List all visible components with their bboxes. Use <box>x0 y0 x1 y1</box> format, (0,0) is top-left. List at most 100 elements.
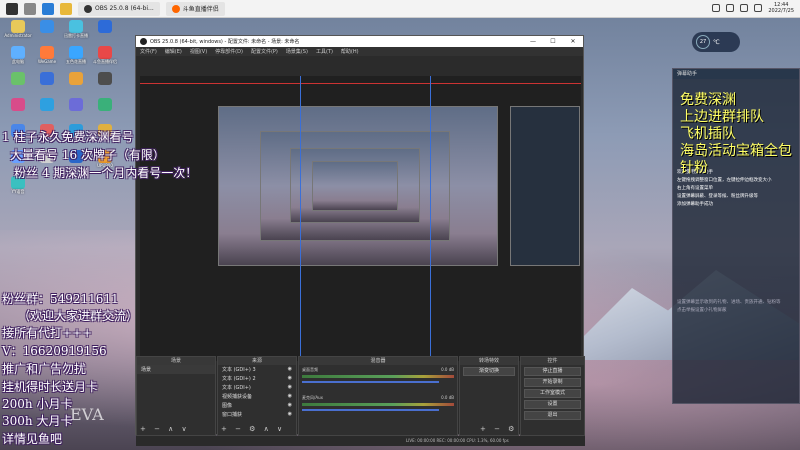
input-method-icon[interactable] <box>754 4 763 12</box>
network-icon[interactable] <box>726 4 735 12</box>
menu-docks[interactable]: 停靠部件(D) <box>215 48 243 55</box>
source-label: 文本 (GDI+) 3 <box>222 367 256 373</box>
sources-dock: 来源 文本 (GDI+) 3 ◉ 文本 (GDI+) 2 ◉ 文本 (GDI+) ◉ … <box>217 356 297 436</box>
volume-fader[interactable] <box>302 381 439 383</box>
menu-tools[interactable]: 工具(T) <box>316 48 333 55</box>
weather-widget[interactable]: 27 ℃ <box>692 32 740 52</box>
desktop-icon[interactable] <box>91 98 119 123</box>
app-icon <box>69 46 83 59</box>
menu-scene-collection[interactable]: 场景集(S) <box>286 48 308 55</box>
menu-edit[interactable]: 编辑(E) <box>165 48 182 55</box>
desktop-icon[interactable] <box>33 98 61 123</box>
minimize-button[interactable]: — <box>523 36 543 47</box>
source-item[interactable]: 文本 (GDI+) 3 ◉ <box>218 365 296 374</box>
nested-chat-panel <box>510 106 580 266</box>
eye-icon[interactable]: ◉ <box>288 375 292 382</box>
chevron-up-icon[interactable] <box>712 4 721 12</box>
desktop-icon[interactable]: Administrator <box>4 20 32 45</box>
desktop-icon[interactable]: WeGame <box>33 46 61 71</box>
start-recording-button[interactable]: 开始录制 <box>524 378 581 387</box>
scenes-toolbar[interactable]: + − ∧ ∨ <box>140 425 190 433</box>
menu-profile[interactable]: 配置文件(P) <box>251 48 278 55</box>
preview-selection-line <box>140 83 581 84</box>
start-icon[interactable] <box>6 2 18 15</box>
source-label: 文本 (GDI+) <box>222 385 251 391</box>
desktop-icon[interactable] <box>33 20 61 45</box>
chat-line: 设置弹幕屏蔽、登录等候、粉丝牌升级等 <box>677 194 758 199</box>
menu-view[interactable]: 视图(V) <box>190 48 207 55</box>
obs-menubar: 文件(F) 编辑(E) 视图(V) 停靠部件(D) 配置文件(P) 场景集(S)… <box>136 47 583 56</box>
app-icon <box>98 20 112 33</box>
maximize-button[interactable]: ☐ <box>543 36 563 47</box>
source-item[interactable]: 图像 ◉ <box>218 401 296 410</box>
desktop-icon[interactable]: 迅雷打卡直播 <box>62 20 90 45</box>
desktop-icon-label: 五色花直播 <box>66 59 86 64</box>
source-item[interactable]: 窗口捕获 ◉ <box>218 410 296 419</box>
search-icon[interactable] <box>24 2 36 15</box>
nested-preview-4 <box>312 161 398 211</box>
edge-icon[interactable] <box>42 2 54 15</box>
source-item[interactable]: 视频捕获设备 ◉ <box>218 392 296 401</box>
weather-unit: ℃ <box>713 38 720 46</box>
volume-icon[interactable] <box>740 4 749 12</box>
menu-help[interactable]: 帮助(H) <box>341 48 359 55</box>
channel-db: 0.0 dB <box>441 367 454 372</box>
desktop-icon[interactable]: 斗鱼直播伴侣 <box>91 46 119 71</box>
taskbar-app-label: 斗鱼直播伴侣 <box>182 6 219 13</box>
transition-select[interactable]: 渐变切换 <box>463 367 515 376</box>
volume-meter <box>302 403 454 406</box>
overlay-text: 大量看号 16 次牌子（有限） <box>10 148 165 162</box>
eye-icon[interactable]: ◉ <box>288 384 292 391</box>
taskbar-app-douyu[interactable]: 斗鱼直播伴侣 <box>165 1 225 16</box>
scenes-dock: 场景 场景 + − ∧ ∨ <box>136 356 216 436</box>
chat-line: 左键拖拽调整窗口位置，左键拉伸边框改变大小 <box>677 178 772 183</box>
desktop-icon-label: 迅雷打卡直播 <box>64 33 88 38</box>
volume-fader[interactable] <box>302 409 439 411</box>
overlay-right: 免费深渊 上边进群排队 飞机插队 海岛活动宝箱全包 针粉 <box>680 92 792 177</box>
desktop-icon[interactable] <box>91 72 119 97</box>
desktop-icon[interactable] <box>33 72 61 97</box>
desktop-icon[interactable]: 此电脑 <box>4 46 32 71</box>
source-item[interactable]: 文本 (GDI+) 2 ◉ <box>218 374 296 383</box>
scene-label: 场景 <box>141 367 152 373</box>
desktop-icon[interactable] <box>62 98 90 123</box>
explorer-icon[interactable] <box>60 2 72 15</box>
chat-footer-line: 点击举报设置小礼物屏蔽 <box>677 308 727 313</box>
stop-streaming-button[interactable]: 停止直播 <box>524 367 581 376</box>
volume-meter <box>302 375 454 378</box>
desktop-icon[interactable] <box>4 72 32 97</box>
overlay-text: V：16620919156 <box>2 344 107 358</box>
eye-icon[interactable]: ◉ <box>288 402 292 409</box>
eye-icon[interactable]: ◉ <box>288 366 292 373</box>
overlay-text: 接所有代打+++ <box>2 326 93 340</box>
transitions-toolbar[interactable]: + − ⚙ <box>480 425 517 433</box>
source-item[interactable]: 文本 (GDI+) ◉ <box>218 383 296 392</box>
close-button[interactable]: ✕ <box>563 36 583 47</box>
controls-dock: 控件 停止直播 开始录制 工作室模式 设置 退出 <box>520 356 585 436</box>
menu-file[interactable]: 文件(F) <box>140 48 157 55</box>
preview-guide-right <box>430 76 431 361</box>
app-icon <box>11 98 25 111</box>
taskbar-app-obs[interactable]: OBS 25.0.8 (64-bi... <box>78 1 160 16</box>
settings-button[interactable]: 设置 <box>524 400 581 409</box>
overlay-text: 推广和广告勿扰 <box>2 362 87 376</box>
desktop-icon[interactable]: 五色花直播 <box>62 46 90 71</box>
eva-logo: EVA <box>70 405 104 424</box>
desktop-icon[interactable] <box>4 98 32 123</box>
eye-icon[interactable]: ◉ <box>288 393 292 400</box>
desktop-icon[interactable] <box>62 72 90 97</box>
obs-preview[interactable] <box>140 76 581 361</box>
obs-docks: 场景 场景 + − ∧ ∨ 来源 文本 (GDI+) 3 ◉ 文本 (GDI+) … <box>136 356 585 446</box>
taskbar-app-label: OBS 25.0.8 (64-bi... <box>95 5 154 12</box>
studio-mode-button[interactable]: 工作室模式 <box>524 389 581 398</box>
sources-toolbar[interactable]: + − ⚙ ∧ ∨ <box>221 425 285 433</box>
scene-item[interactable]: 场景 <box>137 365 215 374</box>
desktop-icon[interactable] <box>91 20 119 45</box>
obs-titlebar[interactable]: OBS 25.0.8 (64-bit, windows) - 配置文件: 未命名… <box>136 36 583 47</box>
clock[interactable]: 12:44 2022/7/25 <box>768 2 794 14</box>
clock-date: 2022/7/25 <box>768 8 794 14</box>
scenes-title: 场景 <box>137 357 215 365</box>
eye-icon[interactable]: ◉ <box>288 411 292 418</box>
exit-button[interactable]: 退出 <box>524 411 581 420</box>
channel-db: 0.0 dB <box>441 395 454 400</box>
